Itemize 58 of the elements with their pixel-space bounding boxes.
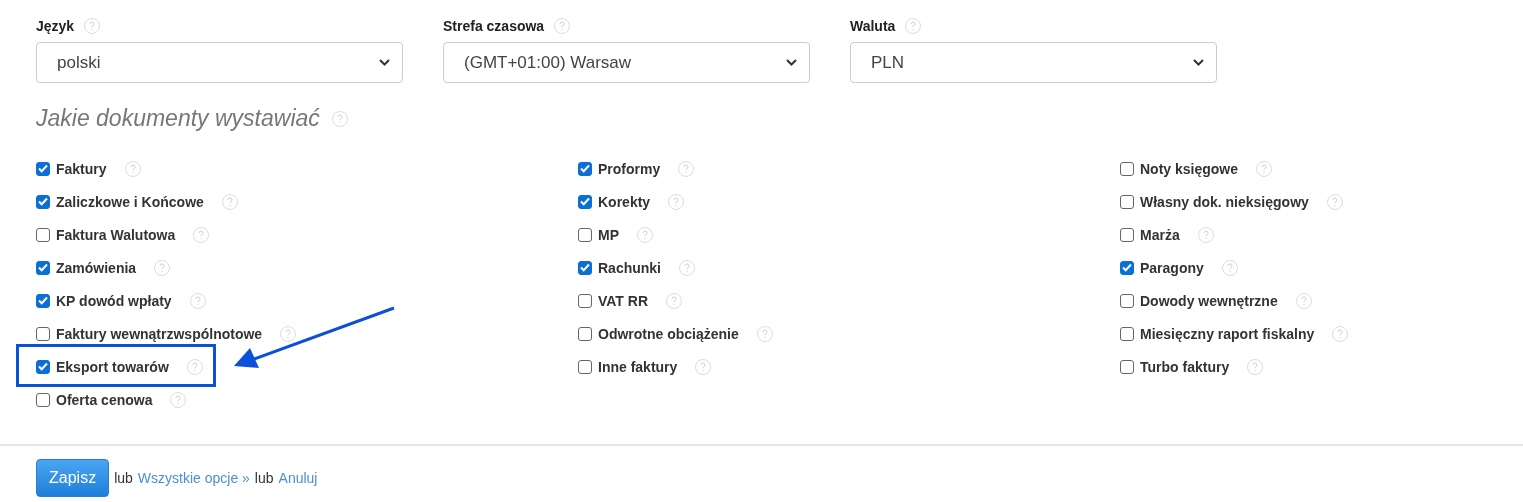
checkbox-label[interactable]: Własny dok. nieksięgowy xyxy=(1140,193,1309,210)
checkbox-label[interactable]: Korekty xyxy=(598,193,651,210)
field-label: Język xyxy=(36,18,75,34)
checkbox[interactable] xyxy=(1120,326,1134,341)
checkbox-label[interactable]: Inne faktury xyxy=(598,358,678,375)
checkbox[interactable] xyxy=(36,194,50,209)
section-title: Jakie dokumenty wystawiać xyxy=(36,105,320,132)
all-options-link[interactable]: Wszystkie opcje » xyxy=(137,470,250,486)
checkbox-label[interactable]: Proformy xyxy=(598,160,661,177)
checkbox[interactable] xyxy=(1120,293,1134,308)
checkbox-label[interactable]: Rachunki xyxy=(598,259,661,276)
checkbox-label[interactable]: Paragony xyxy=(1140,259,1204,276)
checkbox-label[interactable]: Eksport towarów xyxy=(56,358,169,375)
checkbox[interactable] xyxy=(36,260,50,275)
field-label: Strefa czasowa xyxy=(443,18,545,34)
checkbox-label[interactable]: VAT RR xyxy=(598,292,649,309)
checkbox-label[interactable]: KP dowód wpłaty xyxy=(56,292,172,309)
checkbox[interactable] xyxy=(1120,227,1134,242)
checkbox[interactable] xyxy=(578,227,592,242)
checkbox[interactable] xyxy=(36,359,50,374)
checkbox-label[interactable]: Zamówienia xyxy=(56,259,137,276)
checkbox[interactable] xyxy=(578,359,592,374)
checkbox[interactable] xyxy=(36,293,50,308)
checkbox[interactable] xyxy=(1120,161,1134,176)
select-field[interactable]: polski xyxy=(36,42,403,83)
or-text: lub xyxy=(254,470,274,486)
checkbox-label[interactable]: Noty księgowe xyxy=(1140,160,1239,177)
checkbox[interactable] xyxy=(578,293,592,308)
checkbox[interactable] xyxy=(578,194,592,209)
checkbox[interactable] xyxy=(1120,194,1134,209)
checkbox-label[interactable]: Marża xyxy=(1140,226,1180,243)
checkbox[interactable] xyxy=(578,260,592,275)
checkbox[interactable] xyxy=(578,326,592,341)
checkbox-label[interactable]: Odwrotne obciążenie xyxy=(598,325,739,342)
field-label: Waluta xyxy=(850,18,896,34)
chevron-down-icon xyxy=(1193,59,1204,66)
checkbox[interactable] xyxy=(36,161,50,176)
checkbox[interactable] xyxy=(578,161,592,176)
checkbox[interactable] xyxy=(1120,359,1134,374)
checkbox-label[interactable]: Turbo faktury xyxy=(1140,358,1230,375)
checkbox[interactable] xyxy=(36,326,50,341)
chevron-down-icon xyxy=(786,59,797,66)
checkbox-label[interactable]: Faktury wewnątrzwspólnotowe xyxy=(56,325,263,342)
or-text: lub xyxy=(114,470,133,486)
checkbox-label[interactable]: Zaliczkowe i Końcowe xyxy=(56,193,204,210)
chevron-down-icon xyxy=(379,59,390,66)
checkbox[interactable] xyxy=(36,227,50,242)
checkbox-label[interactable]: Oferta cenowa xyxy=(56,391,153,408)
checkbox[interactable] xyxy=(1120,260,1134,275)
checkbox-label[interactable]: Miesięczny raport fiskalny xyxy=(1140,325,1315,342)
checkbox-label[interactable]: Dowody wewnętrzne xyxy=(1140,292,1278,309)
checkbox-label[interactable]: Faktura Walutowa xyxy=(56,226,176,243)
select-field[interactable]: (GMT+01:00) Warsaw xyxy=(443,42,810,83)
select-field[interactable]: PLN xyxy=(850,42,1217,83)
checkbox-label[interactable]: Faktury xyxy=(56,160,107,177)
checkbox-label[interactable]: MP xyxy=(598,226,619,243)
cancel-link[interactable]: Anuluj xyxy=(278,470,318,486)
checkbox[interactable] xyxy=(36,392,50,407)
